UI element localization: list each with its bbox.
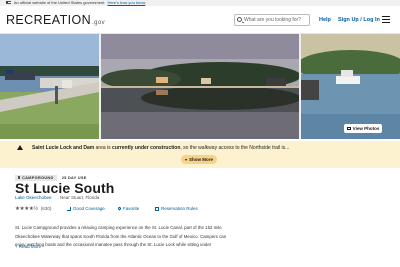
search-placeholder: What are you looking for?	[244, 17, 301, 23]
review-count: (630)	[40, 206, 52, 211]
warning-icon	[17, 145, 23, 150]
gallery-photo-campground-reflection[interactable]	[101, 34, 299, 139]
gallery-photo-lock[interactable]	[0, 34, 99, 139]
read-more-link[interactable]: + Read More	[15, 244, 41, 249]
view-photos-button[interactable]: View Photos	[344, 124, 382, 133]
location-link[interactable]: Lake Okeechobee	[15, 195, 52, 200]
facility-description: St. Lucie Campground provides a relaxing…	[15, 225, 227, 248]
heart-icon	[117, 206, 122, 211]
search-input[interactable]: What are you looking for?	[234, 14, 310, 26]
page-title: St Lucie South	[15, 180, 115, 196]
alert-show-more-button[interactable]: Show More	[181, 155, 217, 164]
favorite-button[interactable]: Favorite	[117, 206, 139, 211]
photo-gallery	[0, 34, 400, 139]
search-icon	[237, 17, 242, 22]
alert-message: Saint Lucie Lock and Dam area is current…	[32, 145, 290, 151]
calendar-icon	[155, 206, 159, 211]
hamburger-menu-icon[interactable]	[382, 16, 390, 23]
gov-banner-link[interactable]: Here's how you know	[107, 0, 145, 5]
site-logo[interactable]: RECREATION.gov	[6, 13, 105, 27]
location-near: Near Stuart, Florida	[60, 195, 100, 200]
star-rating-icon: ★★★★½	[15, 206, 38, 212]
cell-coverage-link[interactable]: Good Coverage	[67, 206, 105, 211]
photo-icon	[346, 127, 351, 131]
gov-banner-text: An official website of the United States…	[13, 0, 105, 5]
us-flag-icon	[6, 1, 11, 5]
chevron-down-icon	[184, 158, 187, 161]
signal-icon	[67, 206, 71, 211]
reservation-rules-button[interactable]: Reservation Rules	[155, 206, 198, 211]
rating[interactable]: ★★★★½ (630)	[15, 206, 51, 212]
site-header: RECREATION.gov What are you looking for?…	[0, 6, 400, 34]
sign-up-login-link[interactable]: Sign Up / Log In	[338, 17, 380, 23]
help-link[interactable]: Help	[319, 17, 331, 23]
